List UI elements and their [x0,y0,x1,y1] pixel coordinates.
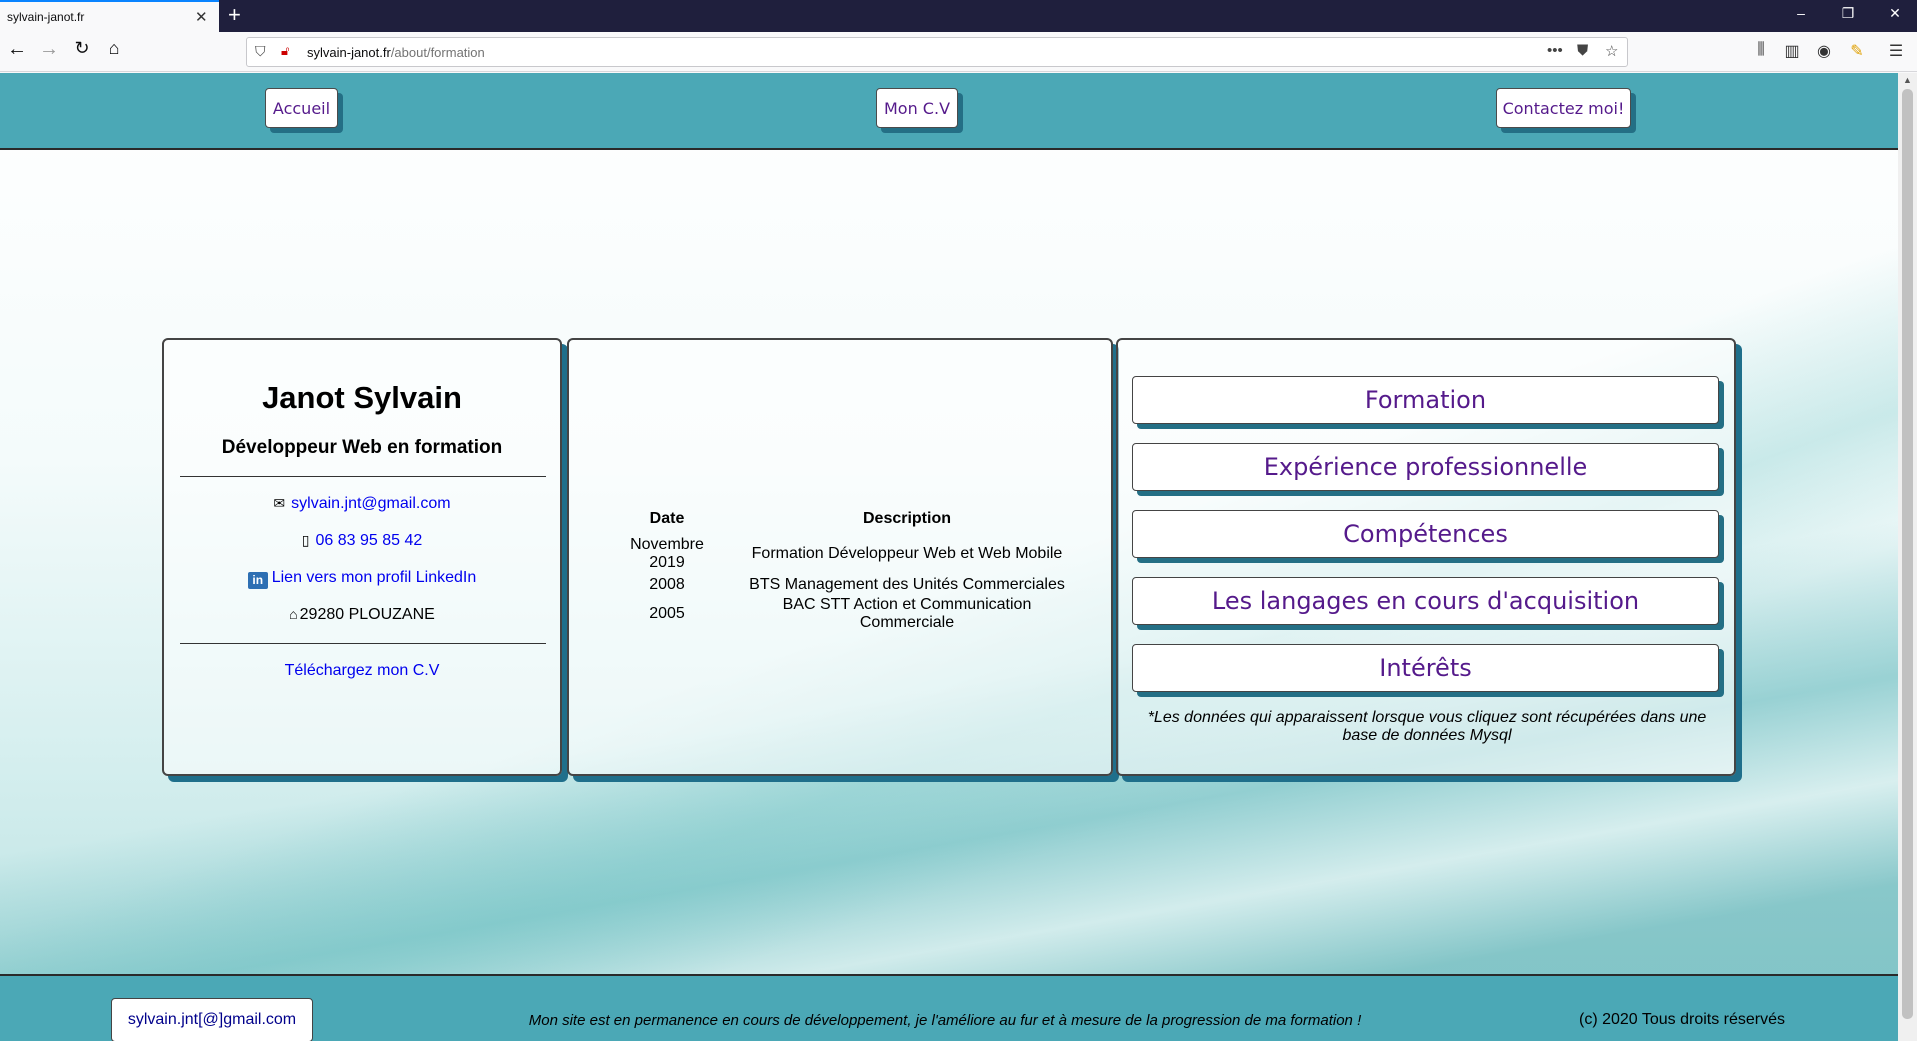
table-header-date: Date [649,510,685,527]
site-header: Accueil Mon C.V Contactez moi! [0,73,1898,150]
tab-close-icon[interactable]: ✕ [195,8,208,26]
page-actions-icon[interactable]: ••• [1547,42,1563,59]
footer-copyright: (c) 2020 Tous droits réservés [1579,1011,1786,1028]
footer-email-button[interactable]: sylvain.jnt[@]gmail.com [111,998,313,1041]
url-path: /about/formation [390,45,485,60]
category-langages-button[interactable]: Les langages en cours d'acquisition [1132,577,1719,625]
window-close-button[interactable]: ✕ [1885,5,1905,22]
address-text: 29280 PLOUZANE [299,606,435,623]
menu-icon[interactable]: ☰ [1885,41,1907,61]
table-cell-description: BTS Management des Unités Commerciales [749,576,1065,593]
tab-title: sylvain-janot.fr [7,10,85,24]
linkedin-link[interactable]: Lien vers mon profil LinkedIn [272,569,477,586]
page-viewport: Accueil Mon C.V Contactez moi! Janot Syl… [0,73,1898,1041]
download-row: Téléchargez mon C.V [164,662,560,680]
email-link[interactable]: sylvain.jnt@gmail.com [291,495,450,512]
scroll-up-icon[interactable]: ▲ [1903,75,1912,85]
table-header-description: Description [862,510,951,527]
nav-cv-button[interactable]: Mon C.V [876,88,958,128]
table-cell-date: 2008 [649,576,685,593]
bookmark-star-icon[interactable]: ☆ [1605,42,1618,60]
browser-navbar: ← → ↻ ⌂ ⛉ 🔓︎ sylvain-janot.fr/about/form… [0,32,1917,72]
category-experience-button[interactable]: Expérience professionnelle [1132,443,1719,491]
forward-icon[interactable]: → [36,38,62,61]
extension-icon[interactable]: ✎ [1846,41,1868,61]
shield-icon[interactable]: ⛉ [255,43,266,60]
phone-row: ▯ 06 83 95 85 42 [164,532,560,550]
library-icon[interactable]: ⫼ [1750,41,1772,59]
window-minimize-button[interactable]: – [1791,5,1811,21]
table-cell-description: BAC STT Action et Communication Commerci… [782,596,1032,631]
site-footer: sylvain.jnt[@]gmail.com Mon site est en … [0,974,1898,1041]
sidebar-icon[interactable]: ▥ [1781,41,1803,61]
profile-name: Janot Sylvain [262,380,462,415]
divider [180,643,546,644]
profile-panel: Janot Sylvain Développeur Web en formati… [162,338,562,776]
address-row: ⌂ 29280 PLOUZANE [164,606,560,624]
insecure-lock-icon[interactable]: 🔓︎ [281,43,289,59]
email-row: ✉ sylvain.jnt@gmail.com [164,495,560,513]
linkedin-icon: in [247,572,268,589]
page-scrollbar[interactable]: ▲ [1898,73,1917,1041]
window-restore-button[interactable]: ❐ [1838,5,1858,22]
back-icon[interactable]: ← [4,38,30,61]
new-tab-button[interactable]: + [228,2,241,28]
nav-accueil-button[interactable]: Accueil [265,88,338,128]
home-icon[interactable]: ⌂ [101,38,127,59]
category-interets-button[interactable]: Intérêts [1132,644,1719,692]
profile-role: Développeur Web en formation [221,437,503,458]
scrollbar-thumb[interactable] [1902,89,1913,1019]
table-cell-date: Novembre 2019 [630,536,704,571]
download-cv-link[interactable]: Téléchargez mon C.V [285,662,440,679]
browser-tab[interactable]: sylvain-janot.fr ✕ [0,0,219,32]
formation-panel: Date Description Novembre 2019 Formation… [567,338,1113,776]
table-cell-description: Formation Développeur Web et Web Mobile [751,545,1063,562]
database-note: *Les données qui apparaissent lorsque vo… [1147,709,1707,744]
account-icon[interactable]: ◉ [1813,41,1835,61]
pocket-icon[interactable]: ⛊ [1577,42,1588,59]
url-host: sylvain-janot.fr [307,45,391,60]
divider [180,476,546,477]
phone-icon: ▯ [301,532,310,548]
mail-icon: ✉ [273,495,286,511]
reload-icon[interactable]: ↻ [69,38,95,59]
table-cell-date: 2005 [649,605,685,622]
url-bar[interactable]: ⛉ 🔓︎ sylvain-janot.fr/about/formation ••… [246,37,1628,67]
footer-note: Mon site est en permanence en cours de d… [528,1012,1362,1029]
browser-titlebar: sylvain-janot.fr ✕ + – ❐ ✕ [0,0,1917,32]
phone-link[interactable]: 06 83 95 85 42 [315,532,422,549]
category-formation-button[interactable]: Formation [1132,376,1719,424]
url-text: sylvain-janot.fr/about/formation [307,45,485,60]
nav-contact-button[interactable]: Contactez moi! [1496,88,1631,128]
categories-panel: Formation Expérience professionnelle Com… [1116,338,1736,776]
linkedin-row: in Lien vers mon profil LinkedIn [164,569,560,589]
home-address-icon: ⌂ [289,606,298,622]
category-competences-button[interactable]: Compétences [1132,510,1719,558]
